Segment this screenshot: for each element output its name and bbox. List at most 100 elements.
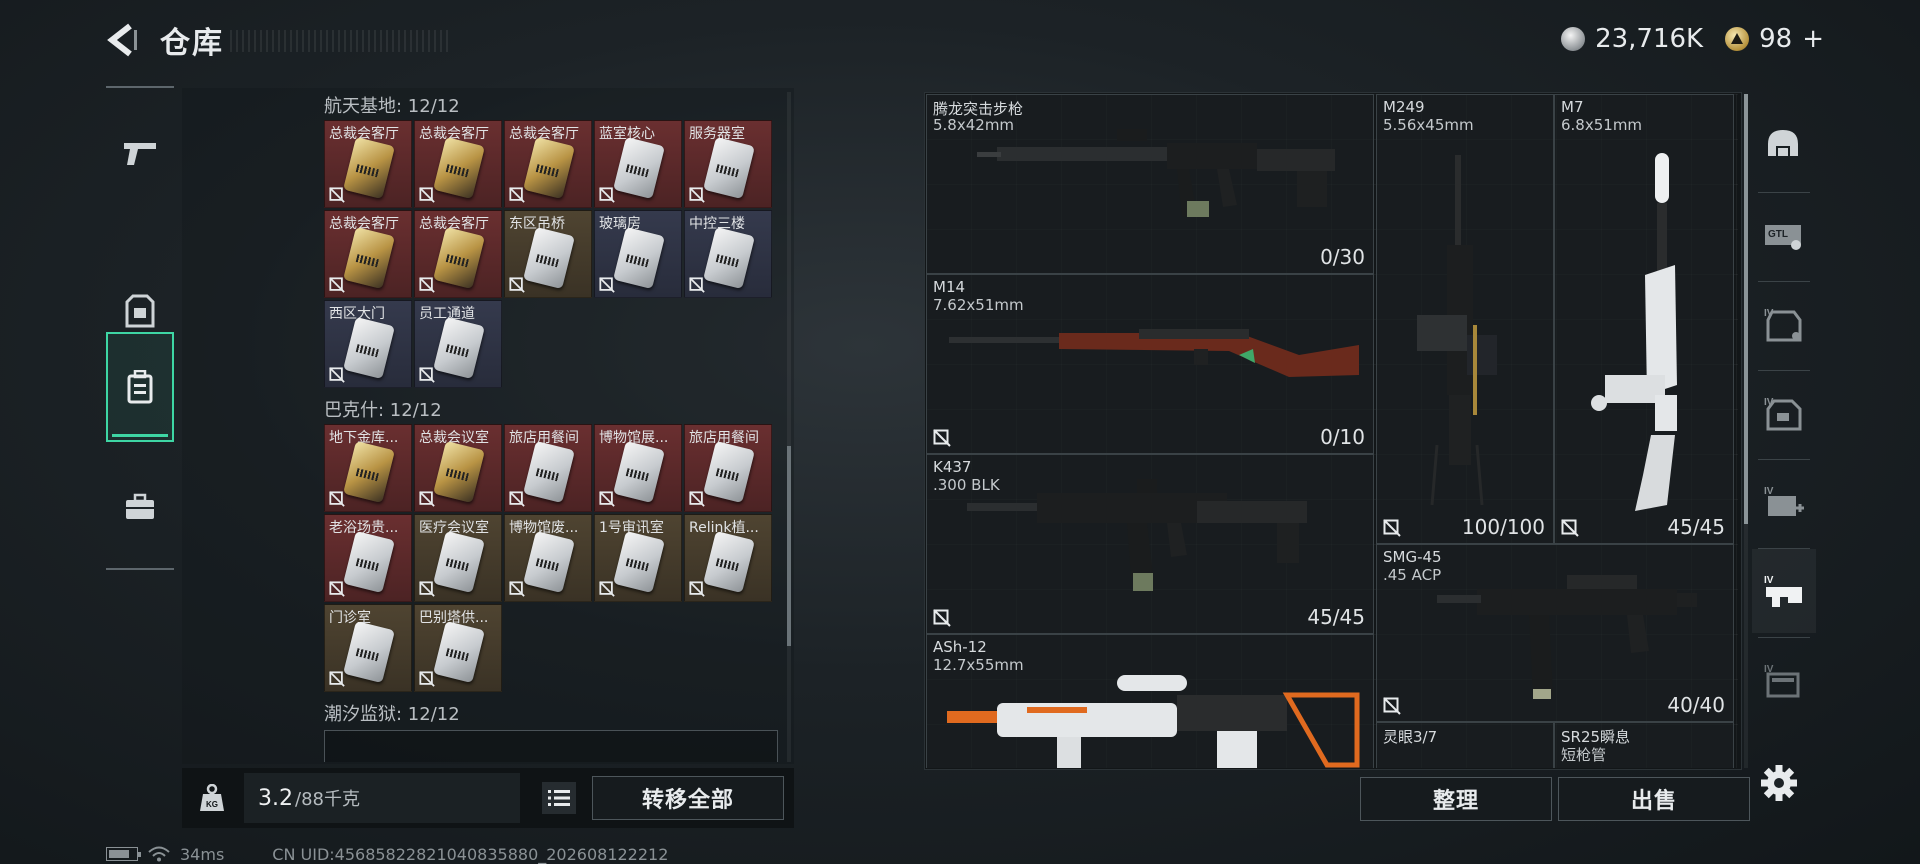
gold-amount: 98 — [1759, 24, 1793, 54]
weapon-item[interactable]: M14 7.62x51mm 0/10 — [926, 274, 1374, 454]
weapon-item[interactable]: 灵眼3/7 — [1376, 722, 1554, 768]
key-item[interactable]: 员工通道 — [414, 300, 502, 388]
no-trade-icon — [599, 581, 615, 597]
no-trade-icon — [599, 187, 615, 203]
weapon-item[interactable]: SMG-45.45 ACP 40/40 — [1376, 544, 1734, 722]
keycard-icon — [613, 136, 665, 200]
weapon-item[interactable]: K437.300 BLK 45/45 — [926, 454, 1374, 634]
list-view-button[interactable] — [542, 782, 576, 814]
category-iv-folder[interactable]: IV — [1752, 638, 1816, 722]
no-trade-icon — [1383, 697, 1401, 715]
key-item[interactable]: 总裁会客厅 — [324, 120, 412, 208]
back-button[interactable] — [104, 22, 144, 58]
key-item[interactable]: 东区吊桥 — [504, 210, 592, 298]
no-trade-icon — [329, 187, 345, 203]
key-item[interactable]: 总裁会客厅 — [504, 120, 592, 208]
category-iv-rifle[interactable]: IV — [1752, 549, 1816, 633]
key-item[interactable]: 服务器室 — [684, 120, 772, 208]
weapon-item[interactable]: M249 5.56x45mm 100/100 — [1376, 94, 1554, 544]
key-item[interactable]: 西区大门 — [324, 300, 412, 388]
category-iv-armor[interactable]: IV — [1752, 371, 1816, 455]
key-item[interactable]: 地下金库... — [324, 424, 412, 512]
nav-weapons[interactable] — [106, 112, 174, 194]
weapon-grid[interactable]: 腾龙突击步枪 5.8x42mm 0/30 M249 5.56x45mm 100/100 M7… — [926, 94, 1738, 768]
keycard-icon — [703, 226, 755, 290]
weapon-ammo: 100/100 — [1461, 515, 1545, 539]
no-trade-icon — [419, 367, 435, 383]
keycard-icon — [613, 440, 665, 504]
list-icon — [548, 790, 570, 806]
key-scrollbar[interactable] — [787, 92, 791, 762]
nav-backpack[interactable] — [106, 332, 174, 442]
category-iv-vest[interactable]: IV — [1752, 282, 1816, 366]
key-item[interactable]: 巴别塔供... — [414, 604, 502, 692]
back-arrow-icon — [107, 23, 137, 57]
armor-icon — [125, 294, 155, 328]
key-item[interactable]: 博物馆展... — [594, 424, 682, 512]
weapon-image — [967, 115, 1367, 239]
gtl-loader-icon: GTL — [1765, 225, 1801, 250]
key-item[interactable]: 中控三楼 — [684, 210, 772, 298]
weapon-image — [947, 465, 1347, 619]
weapon-item[interactable]: 腾龙突击步枪 5.8x42mm 0/30 — [926, 94, 1374, 274]
no-trade-icon — [599, 491, 615, 507]
svg-text:IV: IV — [1764, 575, 1774, 586]
key-item[interactable]: 玻璃房 — [594, 210, 682, 298]
keycard-icon — [703, 440, 755, 504]
key-item[interactable]: 门诊室 — [324, 604, 412, 692]
category-helmet[interactable] — [1752, 104, 1816, 188]
side-nav — [106, 86, 174, 570]
weapon-item[interactable]: SR25瞬息 短枪管 — [1554, 722, 1734, 768]
no-trade-icon — [419, 491, 435, 507]
transfer-all-button[interactable]: 转移全部 — [592, 776, 784, 820]
key-item[interactable]: 总裁会客厅 — [324, 210, 412, 298]
weapon-ammo: 45/45 — [1667, 515, 1725, 539]
settings-button[interactable] — [1758, 762, 1800, 804]
no-trade-icon — [419, 367, 435, 383]
key-item[interactable]: 旅店用餐间 — [684, 424, 772, 512]
keycard-icon — [433, 620, 485, 684]
sell-button[interactable]: 出售 — [1558, 777, 1750, 821]
no-trade-icon — [933, 429, 951, 447]
no-trade-icon — [599, 277, 615, 293]
key-item[interactable]: 旅店用餐间 — [504, 424, 592, 512]
weapon-name: K437 — [933, 458, 972, 476]
no-trade-icon — [1383, 519, 1401, 537]
no-trade-icon — [599, 187, 615, 203]
weapon-item[interactable]: M7 6.8x51mm 45/45 — [1554, 94, 1734, 544]
key-list[interactable]: 航天基地: 12/12 总裁会客厅 总裁会客厅 总裁会客厅 蓝室核心 服务器室 总裁会客厅总… — [182, 92, 794, 762]
keycard-icon — [613, 226, 665, 290]
weight-icon: KG — [200, 783, 224, 812]
key-item[interactable]: 总裁会客厅 — [414, 120, 502, 208]
no-trade-icon — [1383, 697, 1401, 715]
sort-button[interactable]: 整理 — [1360, 777, 1552, 821]
no-trade-icon — [329, 367, 345, 383]
title-decoration — [230, 30, 450, 52]
key-item[interactable]: Relink植... — [684, 514, 772, 602]
weapon-scrollbar[interactable] — [1744, 94, 1748, 768]
key-item[interactable]: 医疗会议室 — [414, 514, 502, 602]
no-trade-icon — [509, 581, 525, 597]
weapon-name: M7 — [1561, 98, 1584, 116]
category-gtl-loader[interactable]: GTL — [1752, 193, 1816, 277]
key-item[interactable]: 蓝室核心 — [594, 120, 682, 208]
key-item[interactable]: 博物馆废... — [504, 514, 592, 602]
svg-text:IV: IV — [1764, 486, 1774, 497]
keycard-icon — [523, 136, 575, 200]
category-iv-medkit[interactable]: IV — [1752, 460, 1816, 544]
add-currency-button[interactable]: + — [1802, 24, 1824, 54]
section-title: 巴克什: 12/12 — [324, 400, 442, 421]
key-item[interactable]: 总裁会议室 — [414, 424, 502, 512]
no-trade-icon — [509, 277, 525, 293]
weapon-item[interactable]: ASh-12 12.7x55mm — [926, 634, 1374, 768]
silver-amount: 23,716K — [1595, 24, 1704, 54]
nav-briefcase[interactable] — [106, 466, 174, 548]
no-trade-icon — [1383, 519, 1401, 537]
keycard-icon — [343, 226, 395, 290]
key-item[interactable]: 1号审讯室 — [594, 514, 682, 602]
weight-display: 3.2 /88千克 — [244, 773, 520, 823]
uid-text: CN UID:456858228210408358​80_20260812221… — [272, 844, 669, 864]
key-item[interactable]: 老浴场贵... — [324, 514, 412, 602]
key-item[interactable]: 总裁会客厅 — [414, 210, 502, 298]
gold-coin-icon — [1725, 27, 1750, 51]
